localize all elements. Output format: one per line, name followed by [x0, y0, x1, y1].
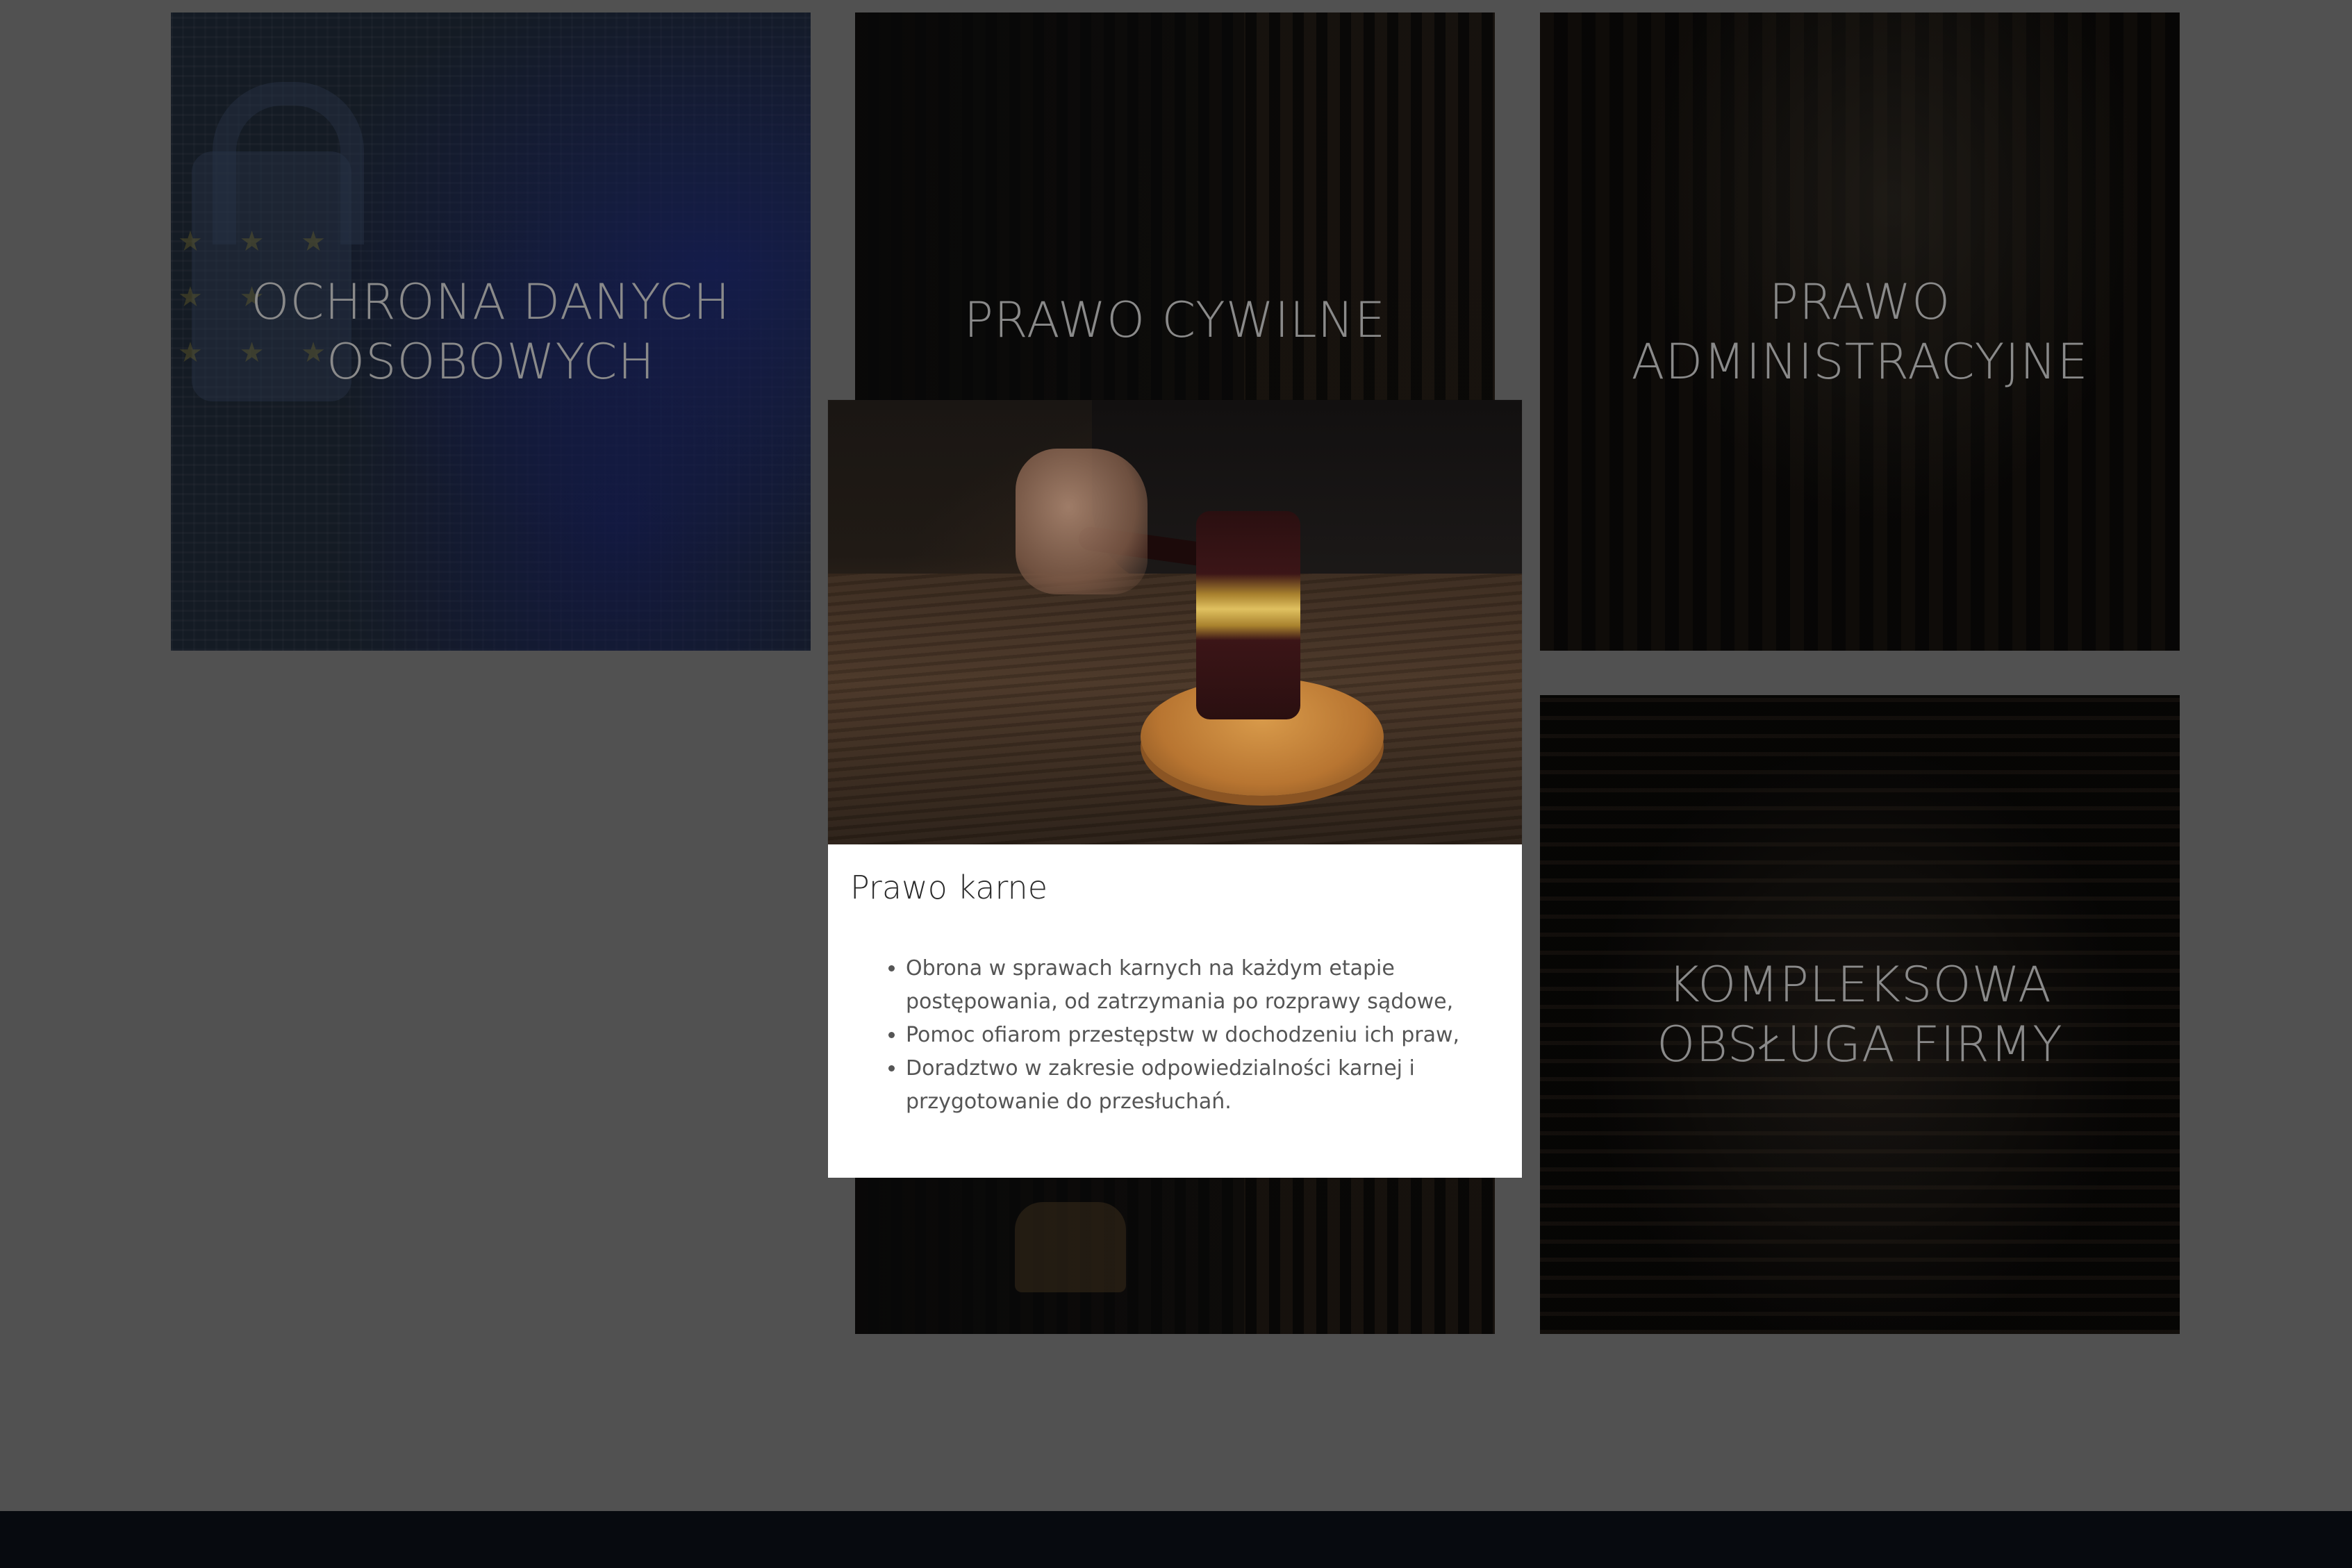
hand-shape — [1016, 449, 1148, 594]
service-tile-ochrona-danych[interactable]: ★ ★ ★ ★ ★ ★ ★ ★ OCHRONA DANYCH OSOBOWYCH — [171, 12, 811, 651]
card-service-list: Obrona w sprawach karnych na każdym etap… — [884, 952, 1503, 1119]
service-tile-obsluga-firmy[interactable]: KOMPLEKSOWA OBSŁUGA FIRMY — [1540, 695, 2180, 1334]
tile-title: PRAWO CYWILNE — [963, 292, 1386, 349]
list-item: Doradztwo w zakresie odpowiedzialności k… — [906, 1052, 1503, 1119]
page-footer — [0, 1511, 2352, 1568]
lamp-base-shape — [1015, 1202, 1126, 1292]
service-detail-card-prawo-karne[interactable]: Prawo karne Obrona w sprawach karnych na… — [828, 400, 1522, 1178]
tile-title: KOMPLEKSOWA OBSŁUGA FIRMY — [1657, 956, 2063, 1073]
gavel-image — [828, 400, 1522, 844]
gavel-icon — [1196, 511, 1300, 719]
tile-title: PRAWO ADMINISTRACYJNE — [1631, 273, 2089, 390]
list-item: Pomoc ofiarom przestępstw w dochodzeniu … — [906, 1019, 1503, 1052]
card-title: Prawo karne — [850, 869, 1047, 906]
list-item: Obrona w sprawach karnych na każdym etap… — [906, 952, 1503, 1019]
service-tile-prawo-administracyjne[interactable]: PRAWO ADMINISTRACYJNE — [1540, 12, 2180, 651]
tile-title: OCHRONA DANYCH OSOBOWYCH — [251, 273, 731, 390]
